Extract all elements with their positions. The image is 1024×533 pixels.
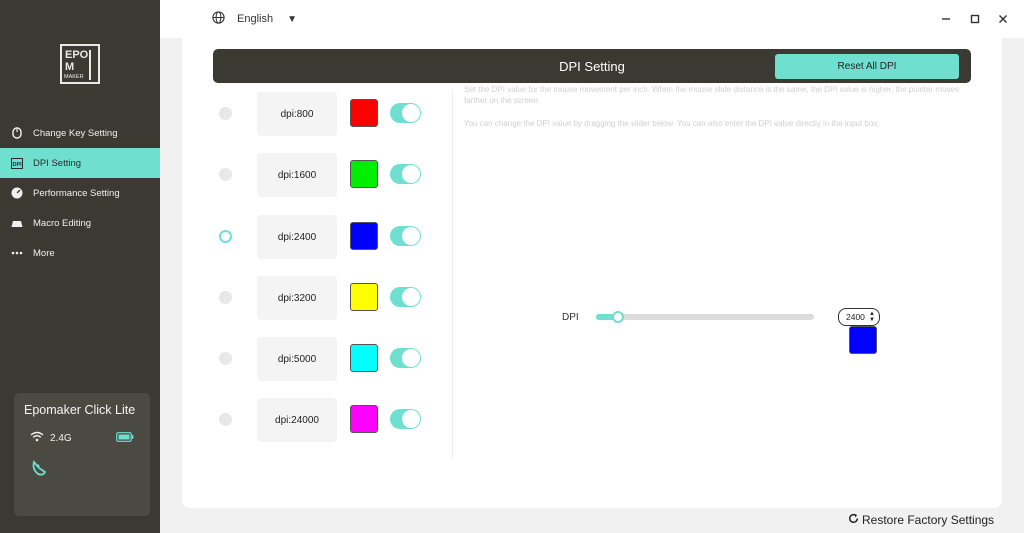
dpi-value: 2400 xyxy=(846,312,865,322)
dpi-level-radio[interactable] xyxy=(219,291,232,304)
slider-thumb[interactable] xyxy=(611,311,624,323)
reset-all-dpi-button[interactable]: Reset All DPI xyxy=(775,54,959,79)
dpi-level-toggle[interactable] xyxy=(390,409,421,429)
maximize-icon xyxy=(970,14,980,24)
more-icon xyxy=(11,247,23,259)
dpi-level-color-swatch[interactable] xyxy=(350,99,378,127)
close-button[interactable] xyxy=(996,12,1010,26)
dpi-level-toggle[interactable] xyxy=(390,287,421,307)
dpi-level-color-swatch[interactable] xyxy=(350,222,378,250)
dpi-level-label[interactable]: dpi:24000 xyxy=(257,398,337,442)
sidebar-nav: Change Key Setting DPI DPI Setting Perfo… xyxy=(0,118,160,268)
restore-label: Restore Factory Settings xyxy=(862,513,995,527)
sidebar-item-label: Macro Editing xyxy=(33,217,92,229)
toggle-knob xyxy=(402,410,420,428)
svg-text:M: M xyxy=(65,61,74,73)
dpi-level-toggle[interactable] xyxy=(390,226,421,246)
restore-factory-settings-button[interactable]: Restore Factory Settings xyxy=(848,513,994,527)
dpi-level-label[interactable]: dpi:3200 xyxy=(257,276,337,320)
sidebar-item-performance-setting[interactable]: Performance Setting xyxy=(0,178,160,208)
device-card: Epomaker Click Lite 2.4G xyxy=(14,393,150,516)
dpi-level-label[interactable]: dpi:800 xyxy=(257,92,337,136)
dpi-level-row: dpi:24000 xyxy=(219,398,439,442)
sidebar-item-label: More xyxy=(33,247,55,259)
gauge-icon xyxy=(11,187,23,199)
sidebar-item-more[interactable]: More xyxy=(0,238,160,268)
dpi-level-label[interactable]: dpi:2400 xyxy=(257,215,337,259)
dpi-level-color-swatch[interactable] xyxy=(350,283,378,311)
device-mouse-icon xyxy=(30,459,140,482)
sidebar-item-label: Performance Setting xyxy=(33,187,120,199)
globe-icon xyxy=(212,11,225,27)
sidebar-item-label: DPI Setting xyxy=(33,157,82,169)
maximize-button[interactable] xyxy=(968,12,982,26)
dpi-description: Set the DPI value for the mouse movement… xyxy=(464,85,959,105)
sidebar-item-label: Change Key Setting xyxy=(33,127,118,139)
epomaker-logo: EPO M MAKER xyxy=(60,44,100,84)
mouse-icon xyxy=(11,127,23,139)
toggle-knob xyxy=(402,104,420,122)
dpi-instructions: You can change the DPI value by dragging… xyxy=(464,119,880,128)
device-name: Epomaker Click Lite xyxy=(24,403,136,417)
dpi-level-radio[interactable] xyxy=(219,107,232,120)
minimize-icon xyxy=(942,18,950,20)
dpi-level-row: dpi:2400 xyxy=(219,215,439,259)
dpi-level-radio[interactable] xyxy=(219,413,232,426)
dpi-value-input[interactable]: 2400 ▲ ▼ xyxy=(838,308,880,326)
dpi-level-radio[interactable] xyxy=(219,230,232,243)
dpi-level-toggle[interactable] xyxy=(390,348,421,368)
connection-label: 2.4G xyxy=(50,432,72,444)
dpi-color-swatch[interactable] xyxy=(849,326,877,354)
sidebar-item-change-key-setting[interactable]: Change Key Setting xyxy=(0,118,160,148)
dpi-level-label[interactable]: dpi:5000 xyxy=(257,337,337,381)
toggle-knob xyxy=(402,165,420,183)
dpi-header: DPI Setting Reset All DPI xyxy=(213,49,971,83)
dpi-level-row: dpi:5000 xyxy=(219,337,439,381)
refresh-icon xyxy=(848,513,859,527)
stepper-icon[interactable]: ▲ ▼ xyxy=(869,311,875,323)
dpi-slider[interactable] xyxy=(596,311,814,323)
dpi-level-row: dpi:800 xyxy=(219,92,439,136)
toggle-knob xyxy=(402,227,420,245)
divider xyxy=(452,90,453,458)
slider-label: DPI xyxy=(562,312,579,323)
sidebar: EPO M MAKER Change Key Setting DPI DPI S… xyxy=(0,0,160,533)
dpi-level-radio[interactable] xyxy=(219,168,232,181)
wifi-icon xyxy=(30,431,44,445)
dpi-level-toggle[interactable] xyxy=(390,103,421,123)
minimize-button[interactable] xyxy=(939,12,953,26)
dpi-icon: DPI xyxy=(11,157,23,169)
sidebar-item-macro-editing[interactable]: Macro Editing xyxy=(0,208,160,238)
dpi-level-color-swatch[interactable] xyxy=(350,405,378,433)
language-label: English xyxy=(237,13,274,25)
close-icon xyxy=(999,15,1007,23)
dpi-level-row: dpi:3200 xyxy=(219,276,439,320)
dpi-level-radio[interactable] xyxy=(219,352,232,365)
chevron-down-icon: ▼ xyxy=(287,13,297,25)
svg-text:MAKER: MAKER xyxy=(64,74,84,80)
dpi-level-color-swatch[interactable] xyxy=(350,344,378,372)
svg-text:EPO: EPO xyxy=(65,49,89,61)
dpi-level-row: dpi:1600 xyxy=(219,153,439,197)
dpi-level-color-swatch[interactable] xyxy=(350,160,378,188)
svg-text:DPI: DPI xyxy=(13,162,23,168)
battery-icon xyxy=(116,431,134,445)
language-selector[interactable]: English ▼ xyxy=(212,11,297,27)
sidebar-item-dpi-setting[interactable]: DPI DPI Setting xyxy=(0,148,160,178)
toggle-knob xyxy=(402,288,420,306)
title-bar: English ▼ xyxy=(160,0,1024,38)
toggle-knob xyxy=(402,349,420,367)
dpi-level-toggle[interactable] xyxy=(390,164,421,184)
dpi-level-label[interactable]: dpi:1600 xyxy=(257,153,337,197)
keyboard-icon xyxy=(11,217,23,229)
